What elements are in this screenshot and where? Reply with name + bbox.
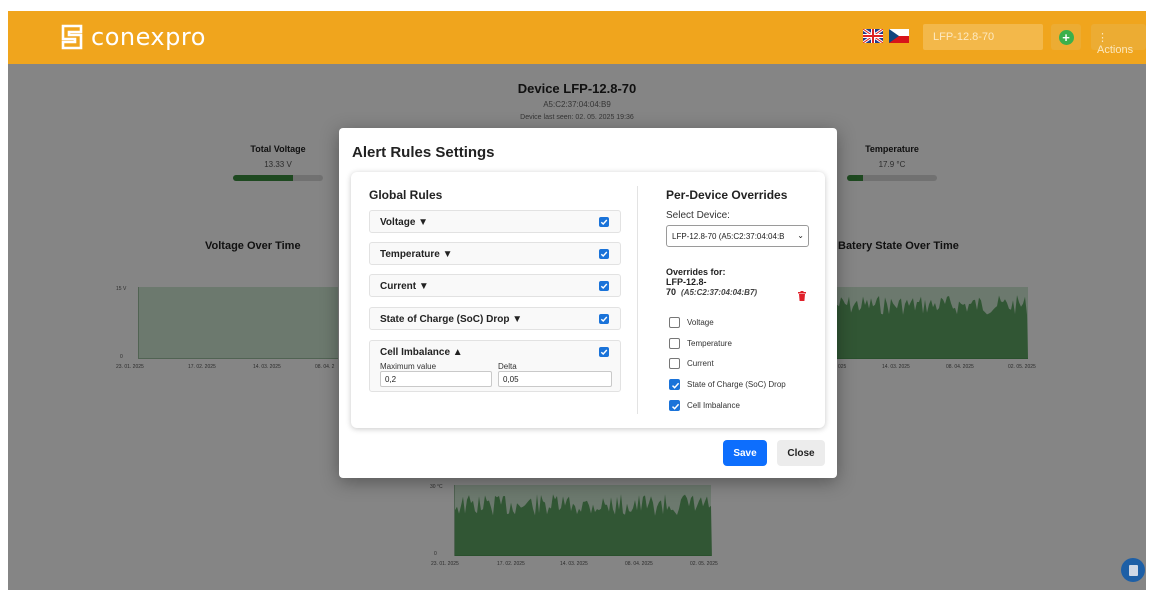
override-soc-drop-checkbox[interactable] [669, 378, 680, 390]
rule-soc-drop-checkbox[interactable] [599, 314, 609, 324]
actions-button[interactable]: ⋮ Actions [1091, 24, 1146, 56]
delta-label: Delta [498, 362, 517, 371]
actions-label: Actions [1097, 44, 1134, 56]
rule-current[interactable]: Current ▼ [369, 274, 621, 297]
column-divider [637, 186, 638, 414]
override-current[interactable]: Current [669, 357, 714, 369]
override-label: State of Charge (SoC) Drop [687, 379, 786, 389]
document-icon [1128, 564, 1138, 576]
global-rules-title: Global Rules [369, 188, 443, 202]
rules-card: Global Rules Voltage ▼ Temperature ▼ Cur… [351, 172, 825, 428]
overrides-device-name: LFP-12.8- [666, 277, 707, 287]
override-voltage-checkbox[interactable] [669, 316, 680, 328]
rule-label: State of Charge (SoC) Drop ▼ [380, 314, 523, 325]
select-device-label: Select Device: [666, 210, 730, 221]
per-device-title: Per-Device Overrides [666, 188, 788, 202]
override-temperature[interactable]: Temperature [669, 337, 732, 349]
kebab-icon: ⋮ [1097, 32, 1108, 44]
override-soc-drop[interactable]: State of Charge (SoC) Drop [669, 378, 786, 390]
close-button[interactable]: Close [777, 440, 825, 466]
override-label: Voltage [687, 317, 714, 327]
overrides-device-mac: (A5:C2:37:04:04:B7) [681, 288, 758, 297]
rule-voltage[interactable]: Voltage ▼ [369, 210, 621, 233]
override-temperature-checkbox[interactable] [669, 337, 680, 349]
logo-mark-icon [61, 24, 83, 50]
override-cell-imbalance[interactable]: Cell Imbalance [669, 399, 740, 411]
max-value-input[interactable]: 0,2 [380, 371, 492, 387]
plus-icon: + [1058, 29, 1074, 45]
cz-flag-icon[interactable] [889, 29, 909, 43]
override-label: Cell Imbalance [687, 400, 740, 410]
brand-logo[interactable]: conexpro [61, 23, 206, 51]
max-value-label: Maximum value [380, 362, 437, 371]
overrides-device-name-cont: 70 [666, 287, 677, 297]
overrides-for-label: Overrides for: [666, 267, 726, 277]
override-label: Current [687, 358, 714, 368]
rule-current-checkbox[interactable] [599, 281, 609, 291]
rule-label: Current ▼ [380, 281, 429, 292]
delta-input[interactable]: 0,05 [498, 371, 612, 387]
chevron-down-icon: ⌄ [797, 231, 804, 240]
rule-label: Voltage ▼ [380, 217, 429, 228]
override-label: Temperature [687, 338, 732, 348]
rule-temperature[interactable]: Temperature ▼ [369, 242, 621, 265]
device-dropdown-value: LFP-12.8-70 (A5:C2:37:04:04:B [672, 232, 785, 241]
override-current-checkbox[interactable] [669, 357, 680, 369]
save-button[interactable]: Save [723, 440, 767, 466]
override-cell-imbalance-checkbox[interactable] [669, 399, 680, 411]
add-device-button[interactable]: + [1051, 24, 1081, 50]
device-select[interactable]: LFP-12.8-70 [923, 24, 1043, 50]
device-dropdown[interactable]: LFP-12.8-70 (A5:C2:37:04:04:B ⌄ [666, 225, 809, 247]
modal-title: Alert Rules Settings [352, 144, 495, 161]
override-voltage[interactable]: Voltage [669, 316, 714, 328]
rule-label: Cell Imbalance ▲ [380, 347, 463, 358]
alert-rules-modal: Alert Rules Settings Global Rules Voltag… [339, 128, 837, 478]
rule-cell-imbalance[interactable]: Cell Imbalance ▲ Maximum value 0,2 Delta… [369, 340, 621, 392]
report-fab-button[interactable] [1121, 558, 1145, 582]
brand-name: conexpro [91, 23, 206, 51]
rule-voltage-checkbox[interactable] [599, 217, 609, 227]
rule-temperature-checkbox[interactable] [599, 249, 609, 259]
rule-cell-imbalance-checkbox[interactable] [599, 347, 609, 357]
rule-label: Temperature ▼ [380, 249, 453, 260]
trash-icon[interactable] [798, 291, 806, 301]
overrides-for-heading: Overrides for: LFP-12.8- 70 (A5:C2:37:04… [666, 267, 757, 298]
rule-soc-drop[interactable]: State of Charge (SoC) Drop ▼ [369, 307, 621, 330]
uk-flag-icon[interactable] [863, 29, 883, 43]
top-navbar: conexpro LFP-12.8-70 + ⋮ Actions [8, 11, 1146, 64]
